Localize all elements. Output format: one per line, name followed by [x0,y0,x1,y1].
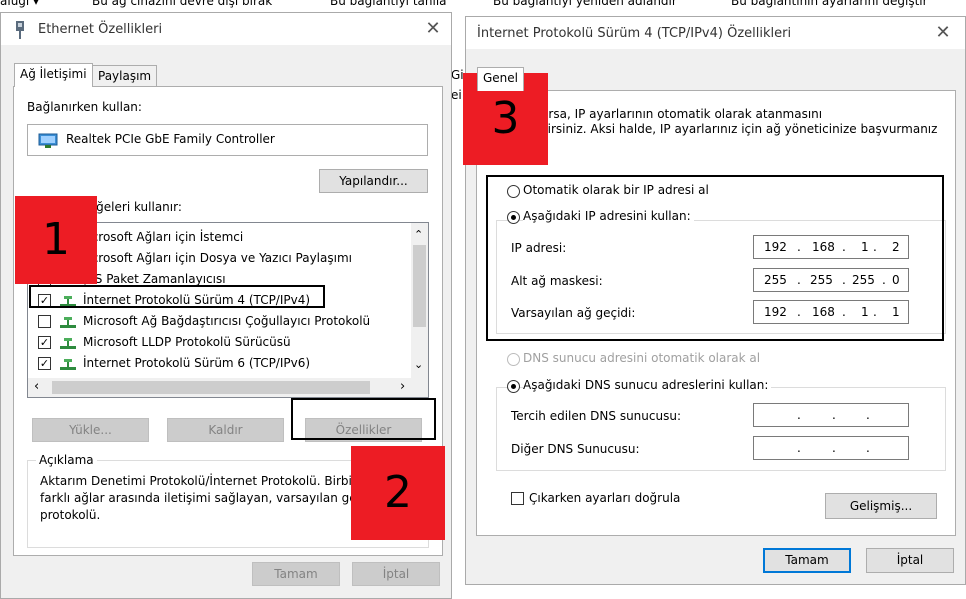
protocol-icon [60,317,76,328]
list-item-ipv6[interactable]: ✓ İnternet Protokolü Sürüm 6 (TCP/IPv6) [28,354,408,375]
close-icon[interactable]: ✕ [419,17,447,41]
eth-cancel-button[interactable]: İptal [352,562,440,586]
intro-line: sağlayabilirsiniz. Aksi halde, IP ayarla… [487,122,938,136]
adapter-icon [38,133,58,148]
eth-ok-button[interactable]: Tamam [252,562,340,586]
ipv4-item-highlight [29,285,325,308]
eth-window-title: Ethernet Özellikleri [38,22,163,37]
tab-sharing[interactable]: Paylaşım [92,65,158,87]
bg-fragment-3: Bu bağlantıyı tanıla [330,0,447,8]
protocol-icon [60,338,76,349]
alternate-dns-input[interactable]: ... [753,436,909,460]
configure-button[interactable]: Yapılandır... [319,169,428,193]
item-label: İnternet Protokolü Sürüm 6 (TCP/IPv6) [83,356,311,370]
item-label: Microsoft Ağları için İstemci [78,230,244,244]
scroll-right-icon[interactable]: › [400,379,405,394]
bg-fragment-4: Bu bağlantıyı yeniden adlandır [493,0,677,8]
list-item-multiplexor[interactable]: Microsoft Ağ Bağdaştırıcısı Çoğullayıcı … [28,312,408,333]
item-label: Microsoft Ağ Bağdaştırıcısı Çoğullayıcı … [83,314,371,328]
item-checkbox[interactable] [38,315,51,328]
connect-using-label: Bağlanırken kullan: [27,100,142,114]
ipv4-titlebar: İnternet Protokolü Sürüm 4 (TCP/IPv4) Öz… [466,17,965,49]
auto-dns-label: DNS sunucu adresini otomatik olarak al [523,351,761,365]
bg-fragment-2: Bu ağ cihazını devre dışı bırak [92,0,273,8]
description-label: Açıklama [36,453,97,467]
manual-dns-radio[interactable] [507,380,520,393]
install-button[interactable]: Yükle... [32,418,149,442]
ipv4-ok-button[interactable]: Tamam [763,548,851,573]
bg-fragment-1: alugi ▾ [0,0,40,8]
item-checkbox[interactable]: ✓ [38,357,51,370]
bg-partial-label-2: ei [451,88,462,102]
step-2-marker: 2 [351,446,445,540]
horizontal-scrollbar[interactable]: ‹ › [28,378,428,397]
hscrollbar-thumb[interactable] [52,381,370,394]
intro-text: destekliyorsa, IP ayarlarının otomatik o… [487,107,949,137]
item-label: Microsoft LLDP Protokolü Sürücüsü [83,335,291,349]
adapter-name: Realtek PCIe GbE Family Controller [66,132,275,146]
protocol-icon [60,359,76,370]
scroll-left-icon[interactable]: ‹ [34,379,39,394]
vertical-scrollbar[interactable]: ⌃ ⌄ [411,223,428,378]
ipv4-cancel-button[interactable]: İptal [866,548,954,573]
ip-settings-highlight [486,175,944,341]
alternate-dns-label: Diğer DNS Sunucusu: [511,442,640,456]
preferred-dns-label: Tercih edilen DNS sunucusu: [511,409,681,423]
eth-titlebar: Ethernet Özellikleri ✕ [1,13,451,45]
validate-label: Çıkarken ayarları doğrula [529,491,681,505]
close-icon[interactable]: ✕ [929,21,957,45]
bg-partial-label-1: Gi [451,68,464,82]
scroll-down-icon[interactable]: ⌄ [414,358,423,371]
properties-button-highlight [291,398,436,440]
scrollbar-thumb[interactable] [413,245,426,327]
auto-dns-radio[interactable] [507,353,520,366]
tab-networking[interactable]: Ağ İletişimi [14,63,93,87]
item-checkbox[interactable]: ✓ [38,336,51,349]
ipv4-window-title: İnternet Protokolü Sürüm 4 (TCP/IPv4) Öz… [477,26,792,41]
advanced-button[interactable]: Gelişmiş... [825,493,937,519]
item-label: Microsoft Ağları için Dosya ve Yazıcı Pa… [78,251,352,265]
network-adapter-icon [16,21,24,39]
adapter-box: Realtek PCIe GbE Family Controller [27,124,428,156]
tab-general[interactable]: Genel [477,67,525,91]
scroll-up-icon[interactable]: ⌃ [414,228,423,241]
manual-dns-label: Aşağıdaki DNS sunucu adreslerini kullan: [523,378,772,392]
item-label: QoS Paket Zamanlayıcısı [78,272,226,286]
intro-line: destekliyorsa, IP ayarlarının otomatik o… [487,107,823,121]
bg-fragment-5: Bu bağlantının ayarlarını değiştir [731,0,928,8]
preferred-dns-input[interactable]: ... [753,403,909,427]
list-item-lldp[interactable]: ✓ Microsoft LLDP Protokolü Sürücüsü [28,333,408,354]
uninstall-button[interactable]: Kaldır [167,418,284,442]
validate-checkbox[interactable] [511,492,524,505]
step-1-marker: 1 [15,196,97,284]
